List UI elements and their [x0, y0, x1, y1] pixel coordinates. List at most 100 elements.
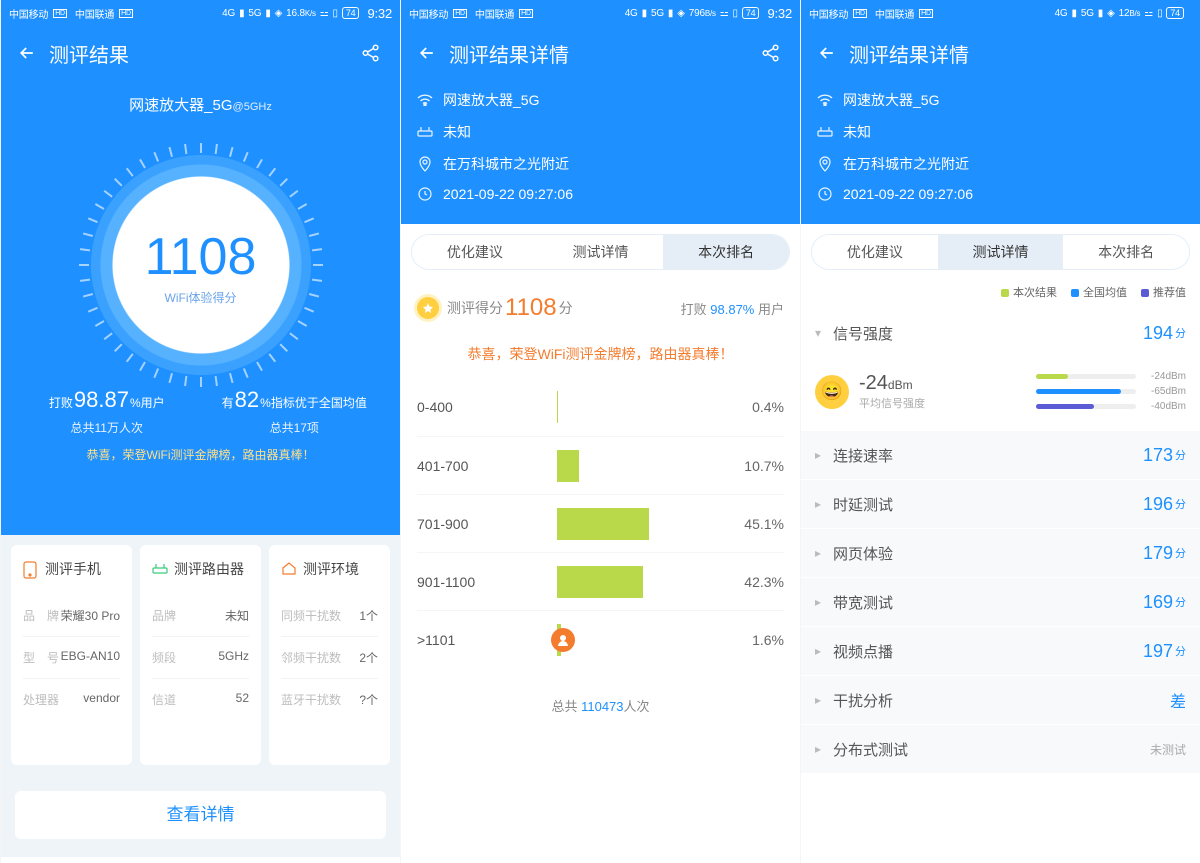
- location-text: 在万科城市之光附近: [843, 154, 969, 174]
- chevron-icon: ▸: [815, 693, 833, 707]
- distribution-chart: 0-400 0.4%401-700 10.7%701-900 45.1%901-…: [401, 378, 800, 668]
- status-bar: 中国移动HD 中国联通HD 4G▮ 5G▮ ◈ 12B/s ⚍ ▯ 74: [801, 0, 1200, 26]
- info-row: 信道52: [152, 678, 249, 720]
- carrier-1: 中国移动: [9, 6, 48, 21]
- card-env-title: 测评环境: [303, 559, 359, 579]
- legend: 本次结果 全国均值 推荐值: [801, 280, 1200, 308]
- page-title: 测评结果详情: [449, 39, 569, 68]
- share-button[interactable]: [758, 40, 784, 66]
- legend-national: 全国均值: [1071, 284, 1127, 300]
- beat-text: 打败 98.87% 用户: [681, 299, 784, 318]
- phone-ranking: 中国移动HD 中国联通HD 4G▮ 5G▮ ◈ 796B/s ⚍ ▯ 74 9:…: [400, 0, 800, 863]
- card-router: 测评路由器 品牌未知频段5GHz信道52: [140, 545, 261, 765]
- tab-2[interactable]: 本次排名: [663, 235, 789, 269]
- info-row: 蓝牙干扰数?个: [281, 678, 378, 720]
- total-count: 总共 110473人次: [401, 696, 800, 715]
- router-icon: [152, 561, 168, 577]
- share-button[interactable]: [358, 40, 384, 66]
- page-title: 测评结果详情: [849, 39, 969, 68]
- hd-badge-1: HD: [53, 9, 67, 18]
- info-row: 处理器vendor: [23, 678, 120, 720]
- network-name: 网速放大器_5G@5GHz: [1, 80, 400, 115]
- legend-this: 本次结果: [1001, 284, 1057, 300]
- score-label: 测评得分: [447, 298, 503, 318]
- metric-item[interactable]: ▸ 网页体验179分: [801, 529, 1200, 577]
- dist-row: >1101 1.6%: [417, 610, 784, 668]
- location-icon: [417, 156, 433, 172]
- card-phone-title: 测评手机: [45, 559, 101, 579]
- timestamp: 2021-09-22 09:27:06: [843, 186, 973, 202]
- timestamp: 2021-09-22 09:27:06: [443, 186, 573, 202]
- chevron-icon: ▸: [815, 742, 833, 756]
- metric-item[interactable]: ▸ 带宽测试169分: [801, 578, 1200, 626]
- dist-row: 401-700 10.7%: [417, 436, 784, 494]
- info-row: 频段5GHz: [152, 636, 249, 678]
- back-button[interactable]: [15, 41, 39, 65]
- legend-recommend: 推荐值: [1141, 284, 1186, 300]
- card-phone: 测评手机 品 牌荣耀30 Pro型 号EBG-AN10处理器vendor: [11, 545, 132, 765]
- card-router-title: 测评路由器: [174, 559, 244, 579]
- battery-icon: 74: [342, 7, 360, 19]
- metric-item[interactable]: ▸ 连接速率173分: [801, 431, 1200, 479]
- back-button[interactable]: [415, 41, 439, 65]
- bt-icon: ⚍: [320, 8, 329, 19]
- tab-1[interactable]: 测试详情: [538, 235, 664, 269]
- metric-expanded: 😄 -24dBm平均信号强度 -24dBm-65dBm-40dBm: [801, 357, 1200, 430]
- title-bar: 测评结果: [1, 26, 400, 80]
- metric-item[interactable]: ▸ 时延测试196分: [801, 480, 1200, 528]
- battery-icon: 74: [742, 7, 760, 19]
- metric-item[interactable]: ▸ 干扰分析差: [801, 676, 1200, 724]
- signal-5g-icon: 5G: [248, 8, 261, 19]
- score-gauge: 1108 WiFi体验得分: [91, 155, 311, 375]
- wifi-icon: [417, 92, 433, 108]
- title-bar: 测评结果详情: [801, 26, 1200, 80]
- signal-4g-icon: 4G: [625, 8, 638, 19]
- net-speed: 12B/s: [1119, 8, 1141, 19]
- tab-2[interactable]: 本次排名: [1063, 235, 1189, 269]
- battery-icon: 74: [1166, 7, 1184, 19]
- tab-0[interactable]: 优化建议: [812, 235, 938, 269]
- status-bar: 中国移动HD 中国联通HD 4G▮ 5G▮ ◈ 16.8K/s ⚍ ▯ 74 9…: [1, 0, 400, 26]
- vibrate-icon: ▯: [733, 8, 738, 19]
- status-bar: 中国移动HD 中国联通HD 4G▮ 5G▮ ◈ 796B/s ⚍ ▯ 74 9:…: [401, 0, 800, 26]
- phone-detail: 中国移动HD 中国联通HD 4G▮ 5G▮ ◈ 12B/s ⚍ ▯ 74 测评结…: [800, 0, 1200, 863]
- clock: 9:32: [367, 6, 392, 21]
- smiley-icon: 😄: [815, 375, 849, 409]
- metric-item[interactable]: ▾ 信号强度194分: [801, 309, 1200, 357]
- card-env: 测评环境 同频干扰数1个邻频干扰数2个蓝牙干扰数?个: [269, 545, 390, 765]
- chevron-icon: ▾: [815, 326, 833, 340]
- info-row: 品 牌荣耀30 Pro: [23, 595, 120, 636]
- congrats-text: 恭喜，荣登WiFi测评金牌榜，路由器真棒！: [1, 446, 400, 463]
- home-icon: [281, 561, 297, 577]
- net-speed: 16.8K/s: [286, 8, 316, 19]
- wifi-icon: ◈: [1107, 8, 1115, 19]
- tab-1[interactable]: 测试详情: [938, 235, 1064, 269]
- router-name: 未知: [443, 122, 471, 142]
- back-button[interactable]: [815, 41, 839, 65]
- score-label: WiFi体验得分: [91, 289, 311, 306]
- bt-icon: ⚍: [1144, 8, 1153, 19]
- phone-icon: [23, 561, 39, 577]
- vibrate-icon: ▯: [333, 8, 338, 19]
- wifi-name: 网速放大器_5G: [443, 90, 539, 110]
- chevron-icon: ▸: [815, 546, 833, 560]
- net-speed: 796B/s: [689, 8, 716, 19]
- phone-result: 中国移动HD 中国联通HD 4G▮ 5G▮ ◈ 16.8K/s ⚍ ▯ 74 9…: [0, 0, 400, 863]
- view-detail-button[interactable]: 查看详情: [15, 791, 386, 839]
- chevron-icon: ▸: [815, 497, 833, 511]
- location-text: 在万科城市之光附近: [443, 154, 569, 174]
- metric-item[interactable]: ▸ 分布式测试未测试: [801, 725, 1200, 773]
- info-row: 邻频干扰数2个: [281, 636, 378, 678]
- wifi-icon: [817, 92, 833, 108]
- dist-row: 901-1100 42.3%: [417, 552, 784, 610]
- signal-4g-icon: 4G: [1055, 8, 1068, 19]
- wifi-icon: ◈: [275, 8, 283, 19]
- info-row: 型 号EBG-AN10: [23, 636, 120, 678]
- metric-item[interactable]: ▸ 视频点播197分: [801, 627, 1200, 675]
- congrats-text: 恭喜，荣登WiFi测评金牌榜，路由器真棒！: [401, 344, 800, 364]
- tab-0[interactable]: 优化建议: [412, 235, 538, 269]
- result-hero: 网速放大器_5G@5GHz 1108 WiFi体验得分 打败98.87%用户 总…: [1, 80, 400, 535]
- clock-icon: [817, 186, 833, 202]
- clock: 9:32: [767, 6, 792, 21]
- dist-row: 701-900 45.1%: [417, 494, 784, 552]
